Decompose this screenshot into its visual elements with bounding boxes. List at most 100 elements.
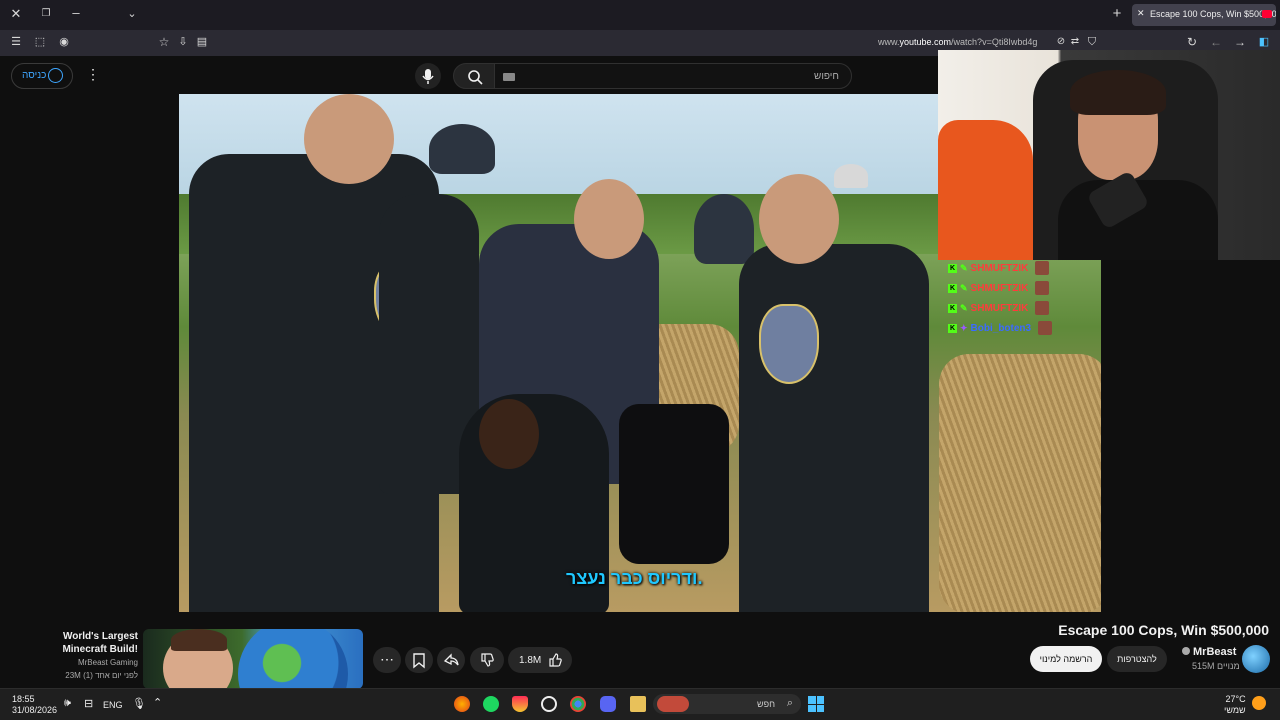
subscribe-button[interactable]: הרשמה למינוי [1030,646,1102,672]
windows-start-icon[interactable] [808,696,824,712]
orange-cloth [938,120,1033,260]
chat-username: Bobi_boten3 [970,322,1032,334]
language-indicator[interactable]: ENG [103,700,123,710]
url-field[interactable]: www.youtube.com/watch?v=Qti8Iwbd4g [878,37,1037,47]
channel-avatar[interactable] [1242,645,1270,673]
emote-icon [1035,261,1050,275]
speaker-icon[interactable]: 🕪 [64,697,71,710]
police-patch [759,304,819,384]
clock-date: 31/08/2026 [12,705,58,715]
search-button[interactable] [453,63,495,89]
account-icon[interactable]: ◉ [55,34,73,52]
sub-badge-icon: ✦ [960,322,968,333]
chatgpt-icon[interactable] [541,696,557,712]
chat-username: SHMUFTZIK [970,282,1029,294]
taskbar-search-placeholder: חפש [757,699,775,709]
url-domain: youtube.com [899,37,952,47]
minimize-window-icon[interactable]: – [67,5,85,23]
save-button[interactable] [405,647,433,673]
search-placeholder: חיפוש [814,71,839,82]
sign-in-button[interactable]: כניסה [11,63,73,89]
sun-icon [1252,696,1266,710]
close-tab-icon[interactable]: ✕ [1137,8,1145,19]
tab-list-chevron-down-icon[interactable]: ⌄ [123,6,141,24]
police-hat [694,194,754,264]
file-explorer-icon[interactable] [630,696,646,712]
network-icon[interactable]: ⊟ [84,697,93,710]
officer-head [304,94,394,184]
backpack [619,404,729,564]
chat-message: K ✎ SHMUFTZIK [948,258,1100,278]
chat-overlay: K ✎ SHMUFTZIK K ✎ SHMUFTZIK K ✎ SHMUFTZI… [948,258,1100,338]
extensions-puzzle-icon[interactable]: ⬚ [31,34,49,52]
video-title: Escape 100 Cops, Win $500,000 [1058,622,1269,638]
verified-badge-icon: ✎ [960,262,968,273]
channel-name-text: MrBeast [1193,646,1237,658]
weather-condition: שמשי [1224,705,1246,715]
more-horizontal-icon: ⋯ [380,651,394,667]
share-button[interactable] [437,647,465,673]
browser-tab-bar: ✕ ❐ – ⌄ + ✕ Escape 100 Cops, Win $500,00… [0,0,1280,30]
emote-icon [1035,281,1050,295]
firefox-icon[interactable] [454,696,470,712]
contestant-head [479,399,539,469]
verified-badge-icon: ✎ [960,282,968,293]
reader-view-icon[interactable]: ▤ [193,34,211,52]
url-path: /watch?v=Qti8Iwbd4g [951,37,1038,47]
thumbnail-globe [238,629,348,689]
thumbnail-hair [171,629,227,651]
recommended-video-channel[interactable]: MrBeast Gaming [40,658,138,667]
kick-badge-icon: K [948,283,957,293]
tab-title: Escape 100 Cops, Win $500,000 [1150,9,1276,19]
dislike-button[interactable] [470,647,504,673]
tab-active[interactable]: ✕ Escape 100 Cops, Win $500,000 [1132,4,1276,26]
sidebar-menu-icon[interactable]: ☰ [7,34,25,52]
sign-in-label: כניסה [22,70,47,81]
chrome-icon[interactable] [570,696,586,712]
more-vertical-icon[interactable]: ⋮ [86,66,100,83]
chat-username: SHMUFTZIK [970,302,1029,314]
emote-icon [1035,301,1050,315]
emote-icon [1038,321,1053,335]
keyboard-icon[interactable] [503,73,515,81]
weather-temperature: 27°C [1225,694,1246,704]
verified-check-icon [1182,647,1190,655]
discord-icon[interactable] [600,696,616,712]
recommended-video-meta: 23M לפני יום אחד (1) [65,671,138,680]
recommended-video-thumbnail[interactable] [143,629,363,689]
recommended-video-title[interactable]: World's Largest Minecraft Build! [18,630,138,656]
thumbs-down-icon [481,653,494,667]
system-clock[interactable]: 18:55 31/08/2026 [12,694,57,716]
verified-badge-icon: ✎ [960,302,968,313]
officer-head [574,179,644,259]
bookmark-star-icon[interactable]: ☆ [155,34,173,52]
search-icon: ⌕ [786,697,793,709]
taskbar-search-input[interactable]: חפש ⌕ [653,694,801,714]
join-button[interactable]: להצטרפות [1107,646,1167,672]
webcam-overlay [938,50,1280,260]
chat-message: K ✎ SHMUFTZIK [948,278,1100,298]
like-count: 1.8M [519,655,542,666]
tray-chevron-up-icon[interactable]: ⌃ [153,696,162,709]
more-actions-button[interactable]: ⋯ [373,647,401,673]
close-window-icon[interactable]: ✕ [7,6,25,24]
subscriber-count: 515M מנויים [1192,661,1240,671]
weather-widget[interactable]: 27°C שמשי [1224,694,1246,716]
mic-tray-icon[interactable]: 🎙 [132,697,146,710]
microphone-icon [422,69,434,84]
new-tab-plus-icon[interactable]: + [1108,6,1126,24]
app-icon[interactable] [512,696,528,712]
restore-window-icon[interactable]: ❐ [37,6,55,24]
chat-username: SHMUFTZIK [970,262,1029,274]
spotify-icon[interactable] [483,696,499,712]
url-prefix: www. [878,37,900,47]
hay-bale [939,354,1101,612]
kick-badge-icon: K [948,303,957,313]
download-icon[interactable]: ⇩ [174,34,192,52]
channel-name[interactable]: MrBeast [1182,646,1236,658]
search-highlight-icon [657,696,689,712]
user-circle-icon [48,68,63,83]
like-button[interactable]: 1.8M [508,647,572,673]
voice-search-button[interactable] [415,63,441,89]
search-input[interactable]: חיפוש [494,63,852,89]
